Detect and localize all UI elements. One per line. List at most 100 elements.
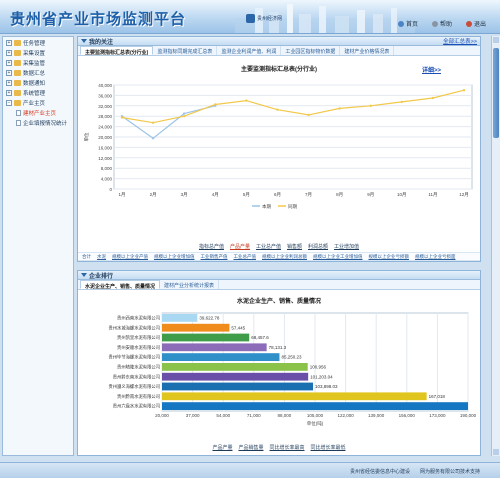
folder-icon bbox=[14, 59, 21, 66]
sidebar-nav: + 任务管理 + 采集设置 + 采集监管 + 数据汇总 + 数据通知 + 系统管理 − 产业主… bbox=[2, 36, 74, 456]
folder-icon bbox=[14, 79, 21, 86]
data-point bbox=[338, 107, 341, 110]
bar-value-label: 100,956 bbox=[310, 365, 327, 370]
data-point bbox=[369, 104, 372, 107]
table-header-cell[interactable]: 工业销售产值 bbox=[201, 254, 228, 260]
category-label: 贵州凯里水泥有限公司 bbox=[117, 334, 160, 341]
panel-header: 企业排行 bbox=[78, 271, 480, 280]
line-chart: 0 4,000 8,000 12,000 16,000 20,000 24,000 28,00… bbox=[83, 83, 473, 210]
detail-link[interactable]: 详细>> bbox=[422, 65, 441, 74]
vertical-scrollbar[interactable] bbox=[491, 36, 500, 456]
bar bbox=[162, 333, 250, 342]
header-links: 首页 帮助 退出 bbox=[397, 19, 486, 28]
sidebar-item-collection-supervision[interactable]: + 采集监管 bbox=[3, 58, 73, 67]
home-link[interactable]: 首页 bbox=[397, 19, 418, 28]
sidebar-item-label: 采集设置 bbox=[23, 50, 46, 57]
scroll-up-icon[interactable] bbox=[493, 37, 499, 43]
table-header-cell[interactable]: 规模以上企业增加值 bbox=[154, 254, 195, 260]
expand-icon[interactable]: + bbox=[6, 49, 12, 56]
help-link[interactable]: 帮助 bbox=[431, 19, 452, 28]
scroll-thumb[interactable] bbox=[493, 48, 499, 138]
attention-tabs: 主要监测指标汇总表(分行业) 监测指标同期完成汇总表 监测企业利润产值、利润 工… bbox=[78, 46, 480, 56]
table-header-cell[interactable]: 规模以上企业利润总额 bbox=[262, 254, 307, 260]
x-tick-label: 3月 bbox=[181, 192, 188, 198]
subnav-product-output[interactable]: 产品产量 bbox=[230, 243, 250, 250]
subnav-value-added[interactable]: 工业增加值 bbox=[334, 243, 359, 250]
bar bbox=[162, 363, 308, 371]
x-tick-label: 1月 bbox=[118, 192, 125, 198]
data-point bbox=[276, 108, 279, 111]
page-icon bbox=[16, 119, 21, 126]
expand-icon[interactable]: + bbox=[6, 79, 12, 86]
subnav-total-output[interactable]: 指标总产值 bbox=[199, 243, 224, 250]
x-tick-label: 54,000 bbox=[216, 413, 230, 418]
subnav-profit[interactable]: 利润总额 bbox=[308, 243, 328, 250]
subnav-sales-volume[interactable]: 产品销售量 bbox=[238, 444, 263, 451]
sidebar-item-collection-settings[interactable]: + 采集设置 bbox=[3, 48, 73, 57]
bar-chart: 20,000 37,000 54,000 71,000 88,000 105,000 122… bbox=[108, 312, 477, 427]
expand-icon[interactable]: + bbox=[6, 69, 12, 76]
tab-cement-production[interactable]: 水泥企业生产、销售、质量情况 bbox=[80, 280, 161, 290]
category-label: 贵州安顺水泥有限公司 bbox=[117, 344, 160, 351]
logout-icon bbox=[465, 20, 472, 27]
bar-value-label: 167,018 bbox=[429, 394, 446, 399]
tab-statistics-report[interactable]: 建材产业分析统计报表 bbox=[160, 280, 220, 289]
scroll-down-icon[interactable] bbox=[493, 449, 499, 455]
table-header-cell[interactable]: 规模以上企业亏损额 bbox=[369, 254, 410, 260]
tab-industrial-park[interactable]: 工业园区指标物价数据 bbox=[281, 46, 341, 55]
table-header-cell[interactable]: 规模以上企业工业增加值 bbox=[313, 254, 363, 260]
data-point bbox=[120, 116, 124, 119]
x-tick-label: 8月 bbox=[336, 192, 343, 198]
sidebar-item-data-summary[interactable]: + 数据汇总 bbox=[3, 68, 73, 77]
sidebar-item-industry-home[interactable]: − 产业主页 bbox=[3, 98, 73, 107]
sidebar-item-data-notice[interactable]: + 数据通知 bbox=[3, 78, 73, 87]
expand-icon[interactable]: + bbox=[6, 89, 12, 96]
all-summary-link[interactable]: 全部汇总表>> bbox=[443, 37, 477, 45]
subnav-growth-highest[interactable]: 同比增长率最高 bbox=[270, 444, 305, 451]
category-label: 贵州水城海螺水泥有限公司 bbox=[108, 324, 160, 331]
subnav-growth-lowest[interactable]: 同比增长率最低 bbox=[311, 444, 346, 451]
footer-text: 网为服务有限公司技术支持 bbox=[419, 469, 480, 475]
expand-icon[interactable]: + bbox=[6, 39, 12, 46]
panel-title-text: 企业排行 bbox=[89, 273, 114, 280]
x-tick-label: 2月 bbox=[150, 192, 157, 198]
collapse-icon[interactable]: − bbox=[6, 99, 12, 106]
ranking-tabs: 水泥企业生产、销售、质量情况 建材产业分析统计报表 bbox=[78, 280, 480, 290]
bar bbox=[162, 343, 267, 352]
page-icon bbox=[16, 109, 21, 116]
sidebar-item-label: 企业填报情况统计 bbox=[23, 120, 68, 127]
table-header-cell[interactable]: 工业总产值 bbox=[234, 254, 257, 260]
y-tick-label: 0 bbox=[109, 187, 112, 192]
table-header-cell[interactable]: 规模以上企业产值 bbox=[112, 254, 148, 260]
y-tick-label: 20,000 bbox=[98, 135, 112, 140]
line-chart-title: 主要监测指标汇总表(分行业) bbox=[241, 67, 317, 73]
tab-same-period-summary[interactable]: 监测指标同期完成汇总表 bbox=[153, 46, 218, 55]
data-point bbox=[151, 121, 155, 124]
logo-icon bbox=[246, 14, 255, 23]
sidebar-item-task-management[interactable]: + 任务管理 bbox=[3, 38, 73, 47]
sidebar-item-enterprise-report-stats[interactable]: 企业填报情况统计 bbox=[3, 118, 73, 127]
sidebar-item-system-management[interactable]: + 系统管理 bbox=[3, 88, 73, 97]
legend-label: 同期 bbox=[288, 204, 297, 210]
my-attention-panel: 我的关注 全部汇总表>> 主要监测指标汇总表(分行业) 监测指标同期完成汇总表 … bbox=[77, 36, 481, 262]
folder-icon bbox=[14, 69, 21, 76]
tab-price-situation[interactable]: 建材产业价格情况表 bbox=[340, 46, 395, 55]
subnav-output[interactable]: 产品产量 bbox=[212, 444, 232, 451]
caret-down-icon bbox=[81, 273, 87, 277]
subnav-industrial-output[interactable]: 工业总产值 bbox=[256, 243, 281, 250]
ranking-subnav: 产品产量 产品销售量 同比增长率最高 同比增长率最低 bbox=[78, 444, 480, 451]
table-header-cell[interactable]: 规模以上企业亏损面 bbox=[415, 254, 456, 260]
bar bbox=[162, 353, 280, 361]
sidebar-item-building-materials-home[interactable]: 建材产业主页 bbox=[3, 108, 73, 117]
table-header-cell[interactable]: 水泥 bbox=[97, 254, 106, 260]
tab-enterprise-profit[interactable]: 监测企业利润产值、利润 bbox=[217, 46, 282, 55]
expand-icon[interactable]: + bbox=[6, 59, 12, 66]
x-tick-label: 190,000 bbox=[460, 413, 477, 418]
logout-link[interactable]: 退出 bbox=[465, 19, 486, 28]
app-footer: 贵州省经信委信息中心建设 网为服务有限公司技术支持 bbox=[0, 462, 500, 478]
bar-value-label: 85,250.23 bbox=[281, 355, 302, 360]
tab-main-indicators[interactable]: 主要监测指标汇总表(分行业) bbox=[80, 46, 154, 56]
data-point bbox=[182, 115, 186, 118]
subnav-sales[interactable]: 销售额 bbox=[287, 243, 302, 250]
data-point bbox=[400, 100, 404, 104]
